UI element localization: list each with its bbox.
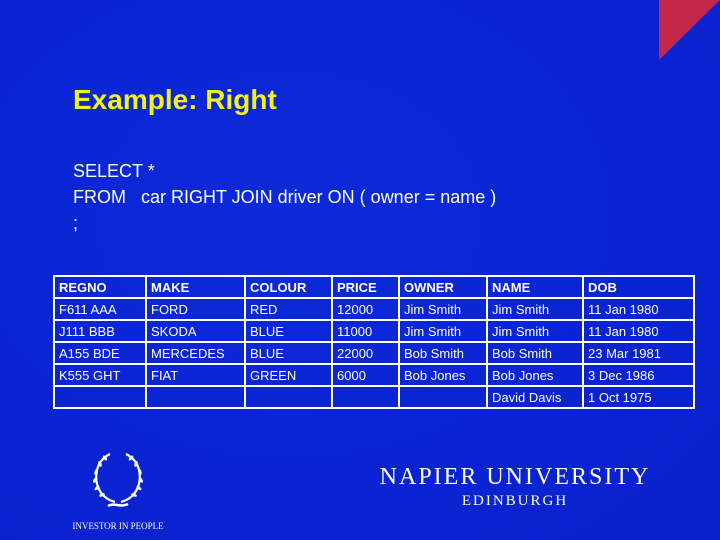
- column-header: REGNO: [53, 275, 147, 299]
- table-cell: 23 Mar 1981: [582, 341, 695, 365]
- table-row: David Davis 1 Oct 1975: [53, 385, 695, 409]
- table-cell: [145, 385, 246, 409]
- table-cell: Bob Smith: [486, 341, 584, 365]
- table-cell: F611 AAA: [53, 297, 147, 321]
- table-cell: 11000: [331, 319, 400, 343]
- table-cell: Jim Smith: [398, 319, 488, 343]
- table-cell: 11 Jan 1980: [582, 297, 695, 321]
- table-cell: Jim Smith: [398, 297, 488, 321]
- table-cell: RED: [244, 297, 333, 321]
- table-row: F611 AAA FORD RED 12000 Jim Smith Jim Sm…: [53, 297, 695, 321]
- table-cell: FORD: [145, 297, 246, 321]
- corner-accent-triangle: [659, 0, 720, 60]
- table-cell: [53, 385, 147, 409]
- university-city: EDINBURGH: [461, 493, 569, 509]
- table-cell: 11 Jan 1980: [582, 319, 695, 343]
- laurel-wreath-icon: [93, 453, 143, 508]
- column-header: PRICE: [331, 275, 400, 299]
- slide-title: Example: Right: [73, 84, 277, 115]
- investor-in-people-label: INVESTOR IN PEOPLE: [72, 521, 164, 531]
- table-header-row: REGNO MAKE COLOUR PRICE OWNER NAME DOB: [53, 275, 695, 299]
- table-cell: 3 Dec 1986: [582, 363, 695, 387]
- sql-query: SELECT * FROM car RIGHT JOIN driver ON (…: [73, 158, 496, 236]
- table-row: K555 GHT FIAT GREEN 6000 Bob Jones Bob J…: [53, 363, 695, 387]
- table-cell: Bob Smith: [398, 341, 488, 365]
- result-table: REGNO MAKE COLOUR PRICE OWNER NAME DOB F…: [53, 275, 695, 409]
- column-header: NAME: [486, 275, 584, 299]
- column-header: MAKE: [145, 275, 246, 299]
- table-cell: BLUE: [244, 341, 333, 365]
- table-cell: Bob Jones: [398, 363, 488, 387]
- table-cell: 22000: [331, 341, 400, 365]
- table-cell: Jim Smith: [486, 319, 584, 343]
- table-cell: A155 BDE: [53, 341, 147, 365]
- investor-in-people-logo: INVESTOR IN PEOPLE: [66, 450, 170, 531]
- table-cell: MERCEDES: [145, 341, 246, 365]
- table-row: A155 BDE MERCEDES BLUE 22000 Bob Smith B…: [53, 341, 695, 365]
- table-cell: [244, 385, 333, 409]
- sql-line: FROM car RIGHT JOIN driver ON ( owner = …: [73, 187, 497, 207]
- table-cell: SKODA: [145, 319, 246, 343]
- column-header: DOB: [582, 275, 695, 299]
- table-cell: GREEN: [244, 363, 333, 387]
- table-cell: Bob Jones: [486, 363, 584, 387]
- university-name: NAPIER UNIVERSITY: [379, 464, 651, 490]
- table-cell: 6000: [331, 363, 400, 387]
- column-header: OWNER: [398, 275, 488, 299]
- table-cell: 12000: [331, 297, 400, 321]
- sql-line: SELECT *: [73, 161, 155, 181]
- napier-university-logo: NAPIER UNIVERSITY EDINBURGH: [375, 464, 655, 510]
- sql-line: ;: [73, 213, 79, 233]
- table-cell: David Davis: [486, 385, 584, 409]
- column-header: COLOUR: [244, 275, 333, 299]
- table-cell: K555 GHT: [53, 363, 147, 387]
- table-cell: [398, 385, 488, 409]
- table-cell: Jim Smith: [486, 297, 584, 321]
- table-cell: BLUE: [244, 319, 333, 343]
- table-cell: FIAT: [145, 363, 246, 387]
- table-cell: J111 BBB: [53, 319, 147, 343]
- table-cell: [331, 385, 400, 409]
- table-cell: 1 Oct 1975: [582, 385, 695, 409]
- table-row: J111 BBB SKODA BLUE 11000 Jim Smith Jim …: [53, 319, 695, 343]
